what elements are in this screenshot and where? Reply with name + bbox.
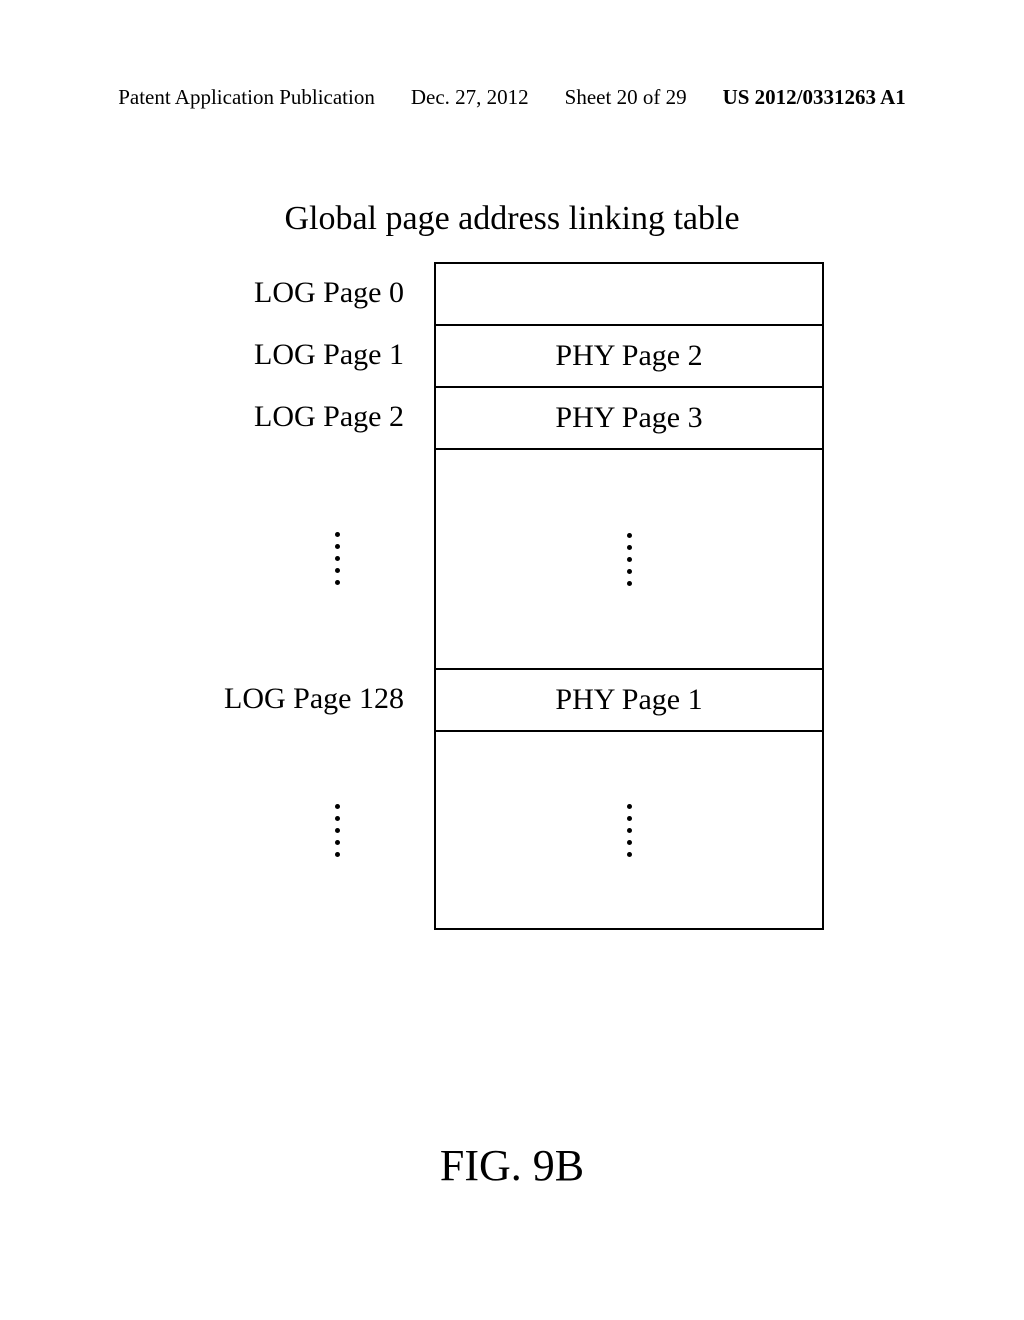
log-page-ellipsis	[150, 448, 434, 668]
phy-page-ellipsis	[434, 448, 824, 668]
vertical-ellipsis-icon	[627, 533, 632, 586]
header-pub-number: US 2012/0331263 A1	[723, 85, 906, 110]
page-header: Patent Application Publication Dec. 27, …	[0, 85, 1024, 110]
phy-page-cell	[434, 262, 824, 324]
log-page-label: LOG Page 128	[150, 668, 434, 730]
table-row: LOG Page 1 PHY Page 2	[150, 324, 874, 386]
header-publication-type: Patent Application Publication	[118, 85, 375, 110]
log-page-label: LOG Page 0	[150, 262, 434, 324]
phy-page-cell: PHY Page 1	[434, 668, 824, 730]
linking-table-diagram: LOG Page 0 LOG Page 1 PHY Page 2 LOG Pag…	[150, 262, 874, 930]
log-page-label: LOG Page 1	[150, 324, 434, 386]
log-page-label: LOG Page 2	[150, 386, 434, 448]
phy-page-ellipsis	[434, 730, 824, 930]
table-row: LOG Page 0	[150, 262, 874, 324]
vertical-ellipsis-icon	[627, 804, 632, 857]
table-row: LOG Page 128 PHY Page 1	[150, 668, 874, 730]
header-sheet: Sheet 20 of 29	[565, 85, 687, 110]
log-page-ellipsis	[150, 730, 434, 930]
phy-page-cell: PHY Page 2	[434, 324, 824, 386]
vertical-ellipsis-icon	[335, 532, 340, 585]
diagram-title: Global page address linking table	[0, 200, 1024, 238]
table-row: LOG Page 2 PHY Page 3	[150, 386, 874, 448]
table-ellipsis-row	[150, 730, 874, 930]
vertical-ellipsis-icon	[335, 804, 340, 857]
header-date: Dec. 27, 2012	[411, 85, 529, 110]
phy-page-cell: PHY Page 3	[434, 386, 824, 448]
table-ellipsis-row	[150, 448, 874, 668]
figure-label: FIG. 9B	[0, 1140, 1024, 1191]
